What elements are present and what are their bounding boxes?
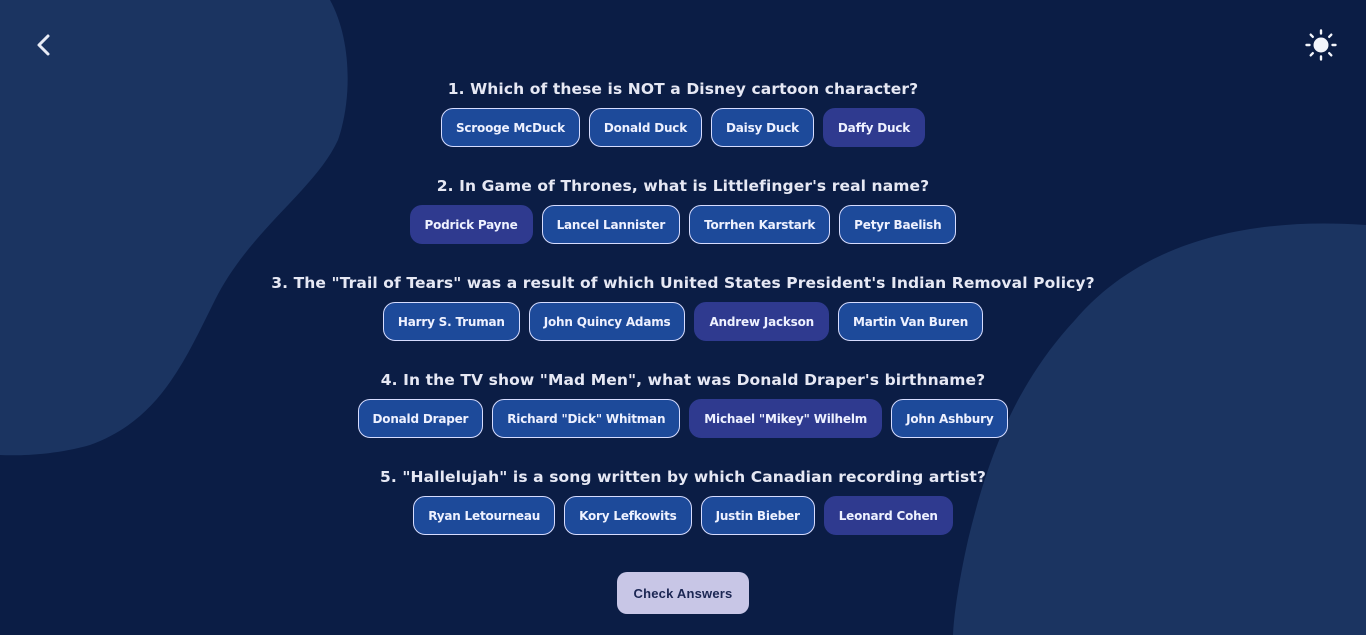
answer-options: Scrooge McDuck Donald Duck Daisy Duck Da…: [440, 108, 926, 147]
answer-option[interactable]: Leonard Cohen: [823, 496, 953, 535]
answer-option[interactable]: Kory Lefkowits: [564, 496, 692, 535]
chevron-left-icon: [37, 34, 50, 56]
question-3: 3. The "Trail of Tears" was a result of …: [0, 272, 1366, 369]
answer-option[interactable]: Justin Bieber: [700, 496, 815, 535]
quiz-page: 1. Which of these is NOT a Disney cartoo…: [0, 0, 1366, 635]
check-answers-button[interactable]: Check Answers: [617, 572, 749, 614]
answer-option[interactable]: Michael "Mikey" Wilhelm: [689, 399, 883, 438]
question-text: 1. Which of these is NOT a Disney cartoo…: [447, 80, 919, 98]
answer-option[interactable]: Donald Draper: [357, 399, 484, 438]
question-text: 4. In the TV show "Mad Men", what was Do…: [380, 371, 986, 389]
question-2: 2. In Game of Thrones, what is Littlefin…: [0, 175, 1366, 272]
answer-option[interactable]: Harry S. Truman: [382, 302, 520, 341]
answer-option[interactable]: Daffy Duck: [822, 108, 926, 147]
question-4: 4. In the TV show "Mad Men", what was Do…: [0, 369, 1366, 466]
answer-options: Podrick Payne Lancel Lannister Torrhen K…: [409, 205, 957, 244]
answer-option[interactable]: Andrew Jackson: [694, 302, 829, 341]
answer-option[interactable]: Ryan Letourneau: [413, 496, 556, 535]
question-text: 3. The "Trail of Tears" was a result of …: [271, 274, 1095, 292]
answer-option[interactable]: Petyr Baelish: [839, 205, 957, 244]
answer-option[interactable]: Donald Duck: [588, 108, 702, 147]
sun-icon: [1305, 29, 1337, 61]
question-5: 5. "Hallelujah" is a song written by whi…: [0, 466, 1366, 563]
theme-toggle-button[interactable]: [1304, 28, 1338, 62]
answer-options: Ryan Letourneau Kory Lefkowits Justin Bi…: [413, 496, 953, 535]
answer-option[interactable]: Scrooge McDuck: [440, 108, 580, 147]
answer-option[interactable]: Lancel Lannister: [541, 205, 681, 244]
question-1: 1. Which of these is NOT a Disney cartoo…: [0, 78, 1366, 175]
question-text: 5. "Hallelujah" is a song written by whi…: [379, 468, 986, 486]
question-text: 2. In Game of Thrones, what is Littlefin…: [436, 177, 930, 195]
answer-options: Donald Draper Richard "Dick" Whitman Mic…: [357, 399, 1009, 438]
answer-option[interactable]: Richard "Dick" Whitman: [492, 399, 681, 438]
back-button[interactable]: [30, 28, 60, 62]
answer-option[interactable]: John Quincy Adams: [528, 302, 686, 341]
answer-option[interactable]: Martin Van Buren: [838, 302, 984, 341]
answer-option[interactable]: John Ashbury: [891, 399, 1009, 438]
quiz-list: 1. Which of these is NOT a Disney cartoo…: [0, 78, 1366, 563]
answer-option[interactable]: Torrhen Karstark: [689, 205, 831, 244]
answer-option[interactable]: Daisy Duck: [711, 108, 814, 147]
answer-option[interactable]: Podrick Payne: [409, 205, 533, 244]
answer-options: Harry S. Truman John Quincy Adams Andrew…: [382, 302, 984, 341]
